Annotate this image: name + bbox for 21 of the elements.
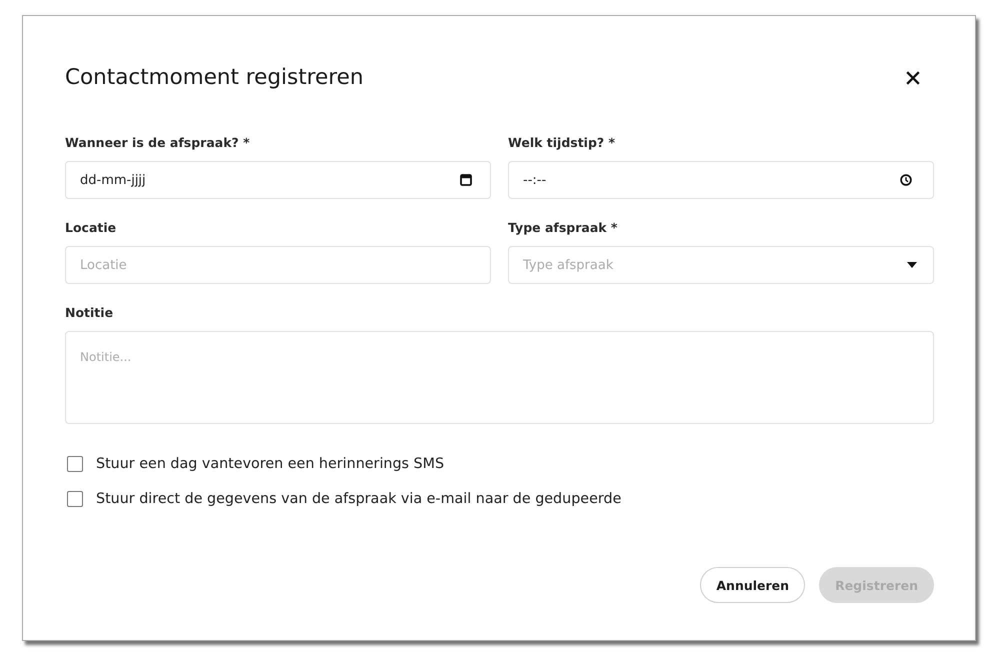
field-label: Welk tijdstip? * [508, 134, 616, 151]
field-label: Notitie [65, 304, 114, 321]
field-label: Type afspraak * [508, 219, 618, 236]
dropdown-field[interactable]: Type afspraak [508, 246, 934, 284]
date-field[interactable]: dd-mm-jjjj [65, 161, 491, 199]
close-icon [906, 71, 920, 85]
close-button[interactable] [906, 71, 920, 85]
cancel-button[interactable]: Annuleren [700, 567, 806, 603]
input-field[interactable]: Locatie [65, 246, 491, 284]
checkbox[interactable] [67, 491, 83, 507]
field-label: Wanneer is de afspraak? * [65, 134, 251, 151]
calendar-icon[interactable] [460, 174, 472, 186]
dialog-title: Contactmoment registreren [65, 64, 364, 92]
clock-icon[interactable] [900, 174, 912, 186]
checkbox[interactable] [67, 456, 83, 472]
field-label: Locatie [65, 219, 118, 236]
checkbox-label: Stuur een dag vantevoren een herinnerings SMS [96, 455, 444, 474]
caret-down-icon [907, 262, 917, 268]
checkbox-label: Stuur direct de gegevens van de afspraak via e-mail naar de gedupeerde [96, 490, 622, 509]
textarea-field[interactable]: Notitie... [65, 331, 934, 424]
time-field[interactable]: --:-- [508, 161, 934, 199]
